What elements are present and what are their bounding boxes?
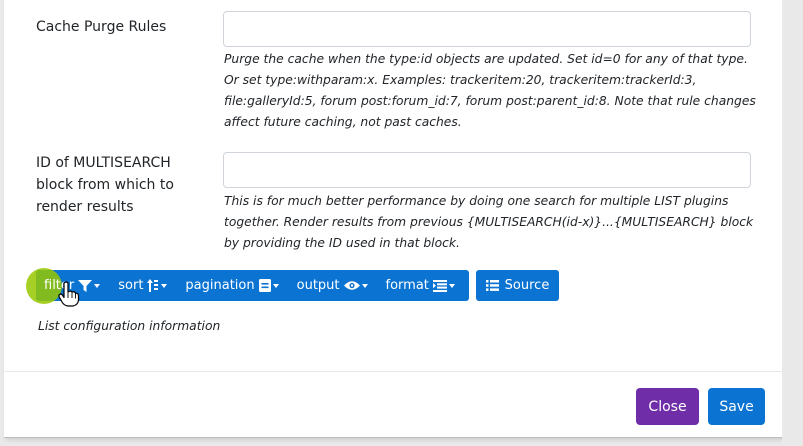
- pagination-button[interactable]: pagination: [173, 270, 284, 301]
- output-label: output: [296, 278, 340, 293]
- save-button[interactable]: Save: [708, 388, 765, 425]
- filter-icon: [78, 279, 101, 292]
- hand-cursor-icon: [58, 281, 80, 307]
- multisearch-id-help: This is for much better performance by d…: [224, 194, 754, 250]
- cache-purge-rules-help: Purge the cache when the type:id objects…: [224, 52, 756, 129]
- list-icon: [485, 280, 499, 291]
- cache-purge-rules-label: Cache Purge Rules: [36, 19, 167, 35]
- multisearch-id-input[interactable]: [223, 152, 751, 188]
- pagination-label: pagination: [185, 278, 255, 293]
- window-scrollbar[interactable]: [782, 0, 803, 446]
- multisearch-id-label: ID of MULTISEARCH block from which to re…: [36, 155, 174, 215]
- output-button[interactable]: output: [285, 270, 374, 301]
- pagination-icon: [258, 279, 279, 292]
- list-config-info: List configuration information: [38, 319, 221, 333]
- footer-divider: [4, 371, 782, 372]
- close-button[interactable]: Close: [636, 388, 699, 425]
- cache-purge-rules-input[interactable]: [223, 11, 751, 47]
- format-button[interactable]: format: [374, 270, 461, 301]
- format-list-icon: [432, 279, 455, 292]
- source-button[interactable]: Source: [476, 270, 559, 301]
- format-label: format: [385, 278, 429, 293]
- sort-icon: [147, 279, 168, 292]
- plugin-dialog: Cache Purge Rules Purge the cache when t…: [4, 0, 783, 438]
- sort-label: sort: [118, 278, 144, 293]
- eye-icon: [343, 280, 368, 291]
- source-label: Source: [504, 278, 550, 293]
- sort-button[interactable]: sort: [106, 270, 173, 301]
- list-config-toolbar: filter sort pagination output format: [26, 268, 469, 304]
